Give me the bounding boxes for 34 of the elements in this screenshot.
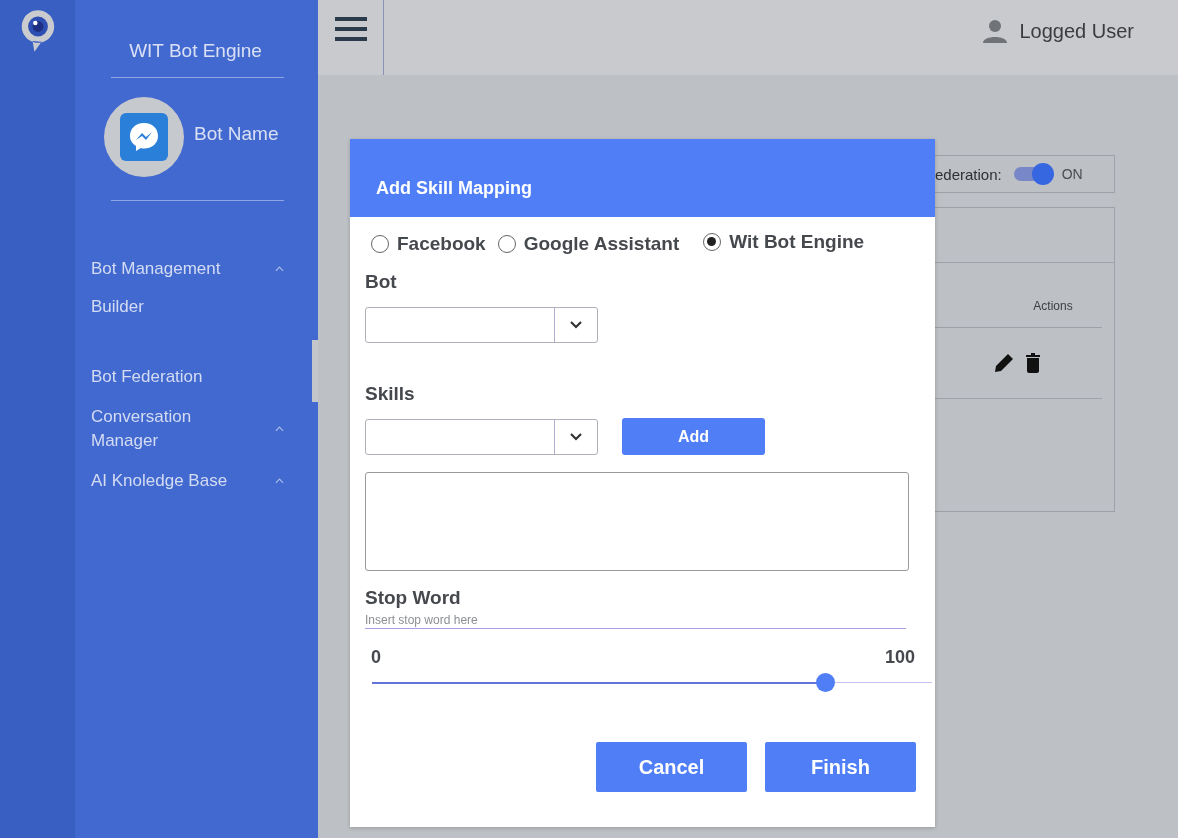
range-max: 100 [884,647,915,668]
stop-word-label: Stop Word [365,587,462,609]
user-icon [983,18,1008,43]
app-title: WIT Bot Engine [128,40,263,62]
user-name[interactable]: Logged User [1019,20,1134,43]
federation-label: ederation: [935,165,1002,183]
cancel-button[interactable]: Cancel [596,742,747,792]
logo-icon [19,8,56,54]
skills-list[interactable] [365,472,909,571]
delete-icon[interactable] [1026,353,1040,373]
sidebar-item[interactable]: Conversation Manager [91,399,284,459]
finish-button[interactable]: Finish [765,742,916,792]
toggle-state: ON [1061,166,1083,182]
platform-radio[interactable]: Google Assistant [497,233,680,255]
bot-name: Bot Name [194,123,279,145]
sidebar-item[interactable]: Bot Management [91,251,284,287]
chevron-down-icon [570,433,582,441]
skills-select[interactable] [365,419,598,455]
sidebar-item[interactable]: Bot Federation [91,359,284,395]
sidebar-subitem[interactable]: Builder [91,287,284,359]
sidebar-item[interactable]: AI Knoledge Base [91,463,284,499]
bot-select[interactable] [365,307,598,343]
platform-radio[interactable]: Wit Bot Engine [703,231,865,253]
bot-label: Bot [365,271,398,293]
range-min: 0 [371,647,381,668]
skills-label: Skills [365,383,416,405]
platform-radio[interactable]: Facebook [371,233,486,255]
add-button[interactable]: Add [622,418,765,455]
chevron-down-icon [570,321,582,329]
messenger-icon [120,113,168,161]
edit-icon[interactable] [994,353,1014,373]
column-header: Actions [1032,298,1074,313]
dialog-title: Add Skill Mapping [376,178,532,199]
menu-icon [335,15,367,42]
